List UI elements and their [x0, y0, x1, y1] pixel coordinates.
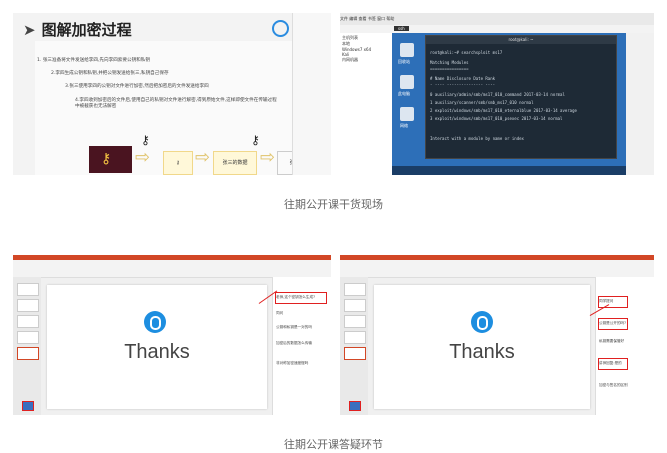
slide-thumbnail[interactable] [17, 331, 39, 344]
slide-thumbnails [13, 277, 41, 415]
tree-item: 内网机器 [342, 57, 358, 62]
tab-bar: ssh [340, 25, 654, 33]
terminal-line: Interact with a module by name or index [430, 136, 524, 141]
terminal-line: 1 auxiliary/scanner/smb/smb_ms17_010 nor… [430, 100, 534, 105]
brand-logo-icon [144, 311, 166, 333]
tab-ssh: ssh [394, 26, 409, 31]
bullet-arrow-icon: ➤ [23, 21, 36, 39]
slide-canvas: Thanks [47, 285, 267, 409]
taskbar [392, 166, 626, 175]
slide-thumbnail[interactable] [344, 347, 366, 360]
network-icon [400, 107, 414, 121]
chat-panel: 老师,这个密钥怎么生成? 同问 公钥和私钥是一对的吗 加密后的数据怎么传输 非对… [272, 277, 331, 415]
arrow-right-icon: ⇨ [195, 147, 211, 168]
key-box: ⚷ [163, 151, 193, 175]
right-panel [626, 33, 654, 175]
chat-message: 公钥和私钥是一对的吗 [276, 325, 312, 329]
black-key-icon: ⚷ [251, 133, 260, 147]
terminal-title: root@kali: ~ [426, 36, 616, 44]
thanks-text: Thanks [124, 341, 190, 363]
slide-title: ➤ 图解加密过程 [23, 21, 132, 39]
slide-thumbnail[interactable] [344, 299, 366, 312]
terminal-line: 0 auxiliary/admin/smb/ms17_010_command 2… [430, 92, 565, 97]
chat-message: 非对称加密速度慢吗 [276, 361, 309, 365]
brand-logo-icon [272, 20, 289, 37]
slide-thumbnail[interactable] [17, 299, 39, 312]
ribbon-toolbar [340, 255, 654, 278]
presentation-qa-screenshot: Thanks 老师,这个密钥怎么生成? 同问 公钥和私钥是一对的吗 加密后的数据… [13, 255, 331, 415]
highlight-box [598, 358, 628, 370]
lecture-slide-screenshot: ➤ 图解加密过程 1. 张三准备将文件发送给李四,先向李四索要公钥和私钥 2.李四… [13, 13, 331, 175]
highlighted-icon [22, 401, 34, 411]
slide-thumbnail[interactable] [17, 347, 39, 360]
slide-thumbnail[interactable] [344, 331, 366, 344]
chat-message: 加密后的数据怎么传输 [276, 341, 312, 345]
slide-thumbnail[interactable] [344, 315, 366, 328]
highlight-box [275, 292, 327, 304]
brand-logo-icon [471, 311, 493, 333]
slide-bullet: 3.张三使用李四的公钥对文件进行加密,然后把加密后的文件发送给李四 [65, 84, 209, 89]
slide-thumbnail[interactable] [17, 283, 39, 296]
title-bar [13, 255, 331, 260]
arrow-right-icon: ⇨ [135, 147, 151, 168]
data-box: 张三的数据 [213, 151, 257, 175]
gold-key-box: ⚷ [89, 146, 132, 173]
terminal-window: root@kali: ~ root@kali:~# searchsploit m… [425, 35, 617, 159]
terminal-line: Matching Modules [430, 60, 469, 65]
computer-icon [400, 75, 414, 89]
host-tree: 主机列表 本地 Windows7 x64 Kali 内网机器 [340, 33, 392, 175]
terminal-line: 2 exploit/windows/smb/ms17_010_eternalbl… [430, 108, 577, 113]
chat-message: 私钥需要保管好 [599, 339, 625, 343]
slide-bullet: 2.李四生成公钥和私钥,并把公钥发送给张三,私钥自己保存 [51, 71, 169, 76]
gold-key-icon: ⚷ [101, 151, 112, 167]
title-bar [340, 255, 654, 260]
side-panel [292, 13, 331, 175]
chat-message: 加密与签名的区别 [599, 383, 628, 387]
slide-thumbnails [340, 277, 368, 415]
slide-thumbnail[interactable] [17, 315, 39, 328]
terminal-line: # Name Disclosure Date Rank [430, 76, 496, 81]
caption-live-class: 往期公开课干货现场 [284, 198, 383, 211]
chat-message: 同问 [276, 311, 284, 315]
highlight-box [598, 318, 628, 330]
chat-panel: 同学提问 公钥是公开的吗? 私钥需要保管好 讲师回复:是的 加密与签名的区别 [595, 277, 654, 415]
slide-bullet: 1. 张三准备将文件发送给李四,先向李四索要公钥和私钥 [37, 58, 150, 63]
desktop-icon-label: 此电脑 [398, 91, 410, 96]
presentation-qa-screenshot: Thanks 同学提问 公钥是公开的吗? 私钥需要保管好 讲师回复:是的 加密与… [340, 255, 654, 415]
caption-qa-session: 往期公开课答疑环节 [284, 438, 383, 451]
menu-bar: 文件 编辑 查看 书签 窗口 帮助 [340, 13, 654, 25]
desktop-icon-label: 网络 [400, 123, 408, 128]
terminal-line: ================ [430, 66, 469, 71]
slide-thumbnail[interactable] [344, 283, 366, 296]
terminal-line: root@kali:~# searchsploit ms17 [430, 50, 503, 55]
slide-bullet: 4.李四收到加密后的文件后,使用自己的私钥对文件进行解密,得到原始文件,这样即使… [75, 98, 277, 109]
ribbon-toolbar [13, 255, 331, 278]
recycle-bin-icon [400, 43, 414, 57]
terminal-line: - ---- --------------- ---- [430, 82, 496, 87]
highlighted-icon [349, 401, 361, 411]
terminal-line: 3 exploit/windows/smb/ms17_010_psexec 20… [430, 116, 563, 121]
slide-canvas: Thanks [374, 285, 590, 409]
desktop-icon-label: 回收站 [398, 59, 410, 64]
thanks-text: Thanks [449, 341, 515, 363]
black-key-icon: ⚷ [141, 133, 150, 147]
arrow-right-icon: ⇨ [260, 147, 276, 168]
desktop-terminal-screenshot: 文件 编辑 查看 书签 窗口 帮助 ssh 主机列表 本地 Windows7 x… [340, 13, 654, 175]
